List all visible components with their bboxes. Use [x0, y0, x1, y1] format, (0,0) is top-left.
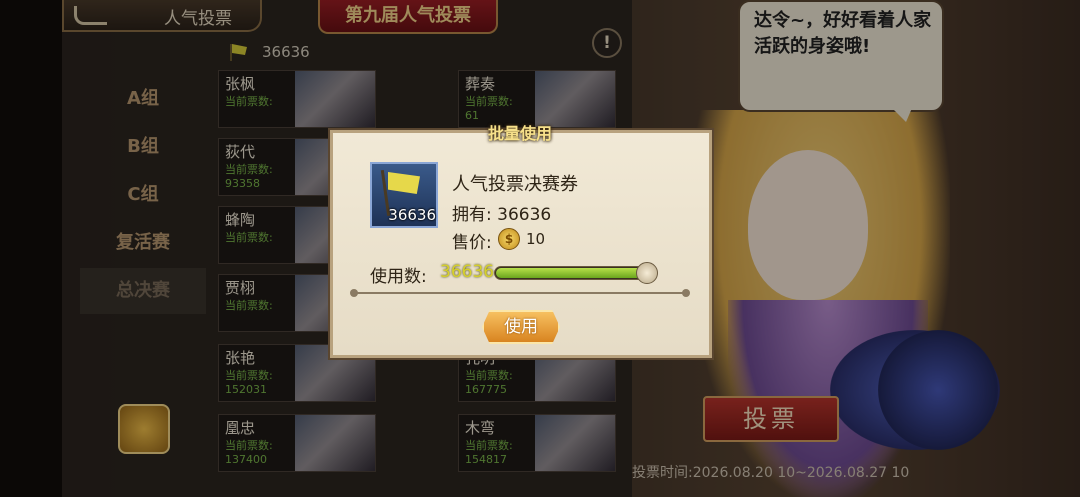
price-label: 售价: [452, 233, 492, 253]
use-count-slider-thumb[interactable] [636, 262, 658, 284]
use-count-value: 36636 [440, 262, 495, 282]
use-button[interactable]: 使用 [482, 310, 560, 344]
dialog-title: 批量使用 [487, 124, 552, 143]
item-name: 人气投票决赛券 [452, 174, 578, 195]
divider [354, 292, 686, 294]
divider-dot [350, 289, 358, 297]
use-count-slider-fill [496, 268, 650, 278]
divider-dot [682, 289, 690, 297]
use-count-label: 使用数: [370, 267, 427, 287]
coin-icon: $ [498, 228, 520, 250]
item-count: 36636 [388, 206, 436, 224]
owned-count: 拥有: 36636 [452, 205, 552, 225]
price-value: 10 [526, 230, 546, 248]
